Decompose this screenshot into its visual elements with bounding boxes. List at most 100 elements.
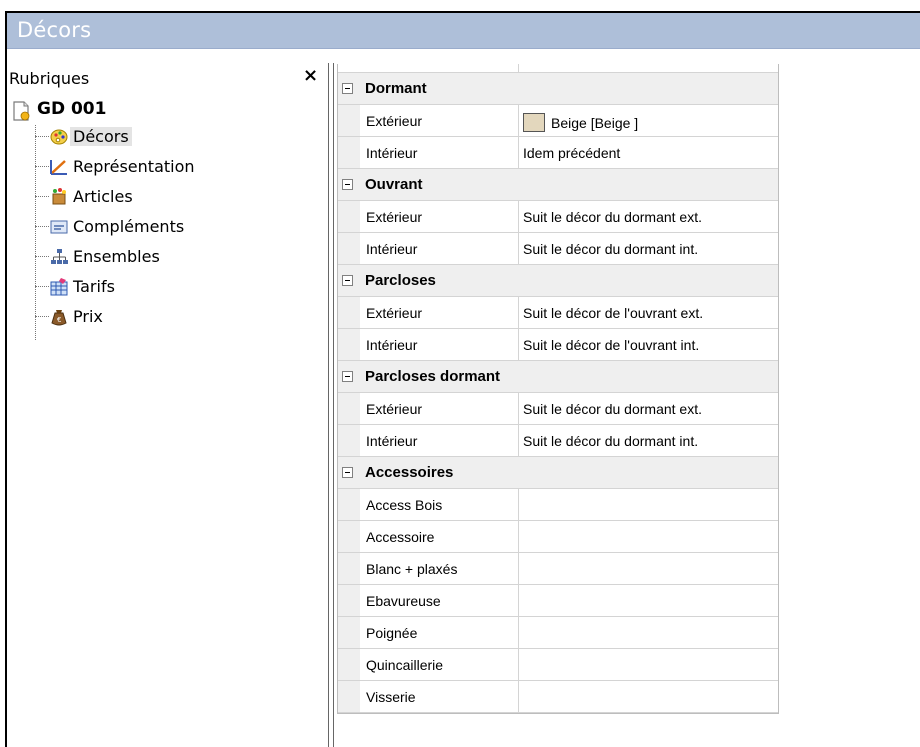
property-row[interactable]: Extérieur Suit le décor du dormant ext. — [338, 201, 778, 233]
window-title: Décors — [17, 18, 92, 42]
property-value[interactable] — [519, 681, 778, 712]
property-row[interactable]: Intérieur Suit le décor de l'ouvrant int. — [338, 329, 778, 361]
splitter-edge — [333, 63, 334, 747]
sidebar-item-label: Compléments — [73, 217, 185, 236]
tree-root-label: GD 001 — [37, 99, 107, 119]
row-gutter — [338, 521, 360, 552]
drawing-icon — [50, 160, 67, 175]
property-value[interactable]: Idem précédent — [519, 137, 778, 168]
property-row[interactable]: Accessoire — [338, 521, 778, 553]
svg-text:€: € — [57, 316, 61, 324]
collapse-icon[interactable] — [342, 275, 353, 286]
sidebar-item-label: Représentation — [73, 157, 195, 176]
row-gutter — [338, 201, 360, 232]
window: Décors Rubriques × GD 001 Décors Représen… — [5, 11, 920, 747]
property-row[interactable]: Ebavureuse — [338, 585, 778, 617]
sidebar-item-label: Tarifs — [73, 277, 115, 296]
property-name: Intérieur — [360, 425, 519, 456]
close-icon[interactable]: × — [303, 65, 318, 86]
document-icon — [13, 101, 30, 121]
sidebar-item-label: Articles — [73, 187, 133, 206]
collapse-icon[interactable] — [342, 371, 353, 382]
row-gutter — [338, 553, 360, 584]
collapse-icon[interactable] — [342, 467, 353, 478]
money-bag-icon: € — [51, 310, 67, 326]
category-label: Parcloses dormant — [365, 368, 501, 385]
property-value[interactable] — [519, 585, 778, 616]
category-row: Parcloses dormant — [338, 361, 778, 393]
tree-connector — [35, 286, 49, 287]
palette-icon — [50, 129, 68, 145]
row-gutter — [338, 681, 360, 712]
property-name: Quincaillerie — [360, 649, 519, 680]
tree-connector — [35, 316, 49, 317]
title-bar: Décors — [7, 13, 920, 49]
property-value[interactable] — [519, 489, 778, 520]
tree-connector — [35, 166, 49, 167]
collapse-icon[interactable] — [342, 83, 353, 94]
price-table-icon — [50, 278, 68, 296]
property-value[interactable] — [519, 617, 778, 648]
property-name: Access Bois — [360, 489, 519, 520]
property-name: Extérieur — [360, 105, 519, 136]
row-gutter — [338, 329, 360, 360]
sidebar: Rubriques × GD 001 Décors Représentation A… — [7, 63, 325, 747]
sidebar-title: Rubriques — [9, 69, 90, 88]
property-value-text: Beige [Beige ] — [551, 115, 639, 131]
category-row: Dormant — [338, 73, 778, 105]
grid-top-row — [338, 64, 778, 73]
property-value[interactable] — [519, 553, 778, 584]
property-row[interactable]: Intérieur Idem précédent — [338, 137, 778, 169]
property-row[interactable]: Poignée — [338, 617, 778, 649]
property-value[interactable]: Suit le décor du dormant int. — [519, 233, 778, 264]
row-gutter — [338, 297, 360, 328]
property-name: Intérieur — [360, 233, 519, 264]
category-row: Ouvrant — [338, 169, 778, 201]
category-label: Accessoires — [365, 464, 454, 481]
property-value-text: Suit le décor de l'ouvrant ext. — [523, 305, 704, 321]
property-value-text: Suit le décor du dormant ext. — [523, 401, 702, 417]
row-gutter — [338, 425, 360, 456]
property-name: Extérieur — [360, 393, 519, 424]
color-swatch — [523, 113, 545, 132]
tree-connector — [35, 226, 49, 227]
collapse-icon[interactable] — [342, 179, 353, 190]
property-row[interactable]: Access Bois — [338, 489, 778, 521]
property-name: Intérieur — [360, 137, 519, 168]
sidebar-item-label: Prix — [73, 307, 103, 326]
property-value[interactable]: Suit le décor du dormant int. — [519, 425, 778, 456]
property-value-text: Idem précédent — [523, 145, 621, 161]
category-row: Accessoires — [338, 457, 778, 489]
articles-icon — [52, 188, 66, 205]
property-name: Extérieur — [360, 297, 519, 328]
property-name: Ebavureuse — [360, 585, 519, 616]
property-row[interactable]: Extérieur Beige [Beige ] — [338, 105, 778, 137]
property-value[interactable]: Suit le décor du dormant ext. — [519, 201, 778, 232]
property-name: Extérieur — [360, 201, 519, 232]
property-row[interactable]: Blanc + plaxés — [338, 553, 778, 585]
property-row[interactable]: Intérieur Suit le décor du dormant int. — [338, 425, 778, 457]
property-value[interactable]: Suit le décor de l'ouvrant int. — [519, 329, 778, 360]
property-value[interactable]: Suit le décor de l'ouvrant ext. — [519, 297, 778, 328]
category-label: Ouvrant — [365, 176, 423, 193]
property-value[interactable]: Beige [Beige ] — [519, 105, 778, 136]
property-name: Intérieur — [360, 329, 519, 360]
property-row[interactable]: Intérieur Suit le décor du dormant int. — [338, 233, 778, 265]
property-value-text: Suit le décor du dormant ext. — [523, 209, 702, 225]
property-value[interactable] — [519, 521, 778, 552]
category-row: Parcloses — [338, 265, 778, 297]
property-value-text: Suit le décor de l'ouvrant int. — [523, 337, 700, 353]
property-row[interactable]: Extérieur Suit le décor de l'ouvrant ext. — [338, 297, 778, 329]
row-gutter — [338, 617, 360, 648]
tree-connector — [35, 136, 49, 137]
property-row[interactable]: Extérieur Suit le décor du dormant ext. — [338, 393, 778, 425]
property-name: Poignée — [360, 617, 519, 648]
property-value[interactable]: Suit le décor du dormant ext. — [519, 393, 778, 424]
property-row[interactable]: Quincaillerie — [338, 649, 778, 681]
property-value[interactable] — [519, 649, 778, 680]
row-gutter — [338, 489, 360, 520]
property-row[interactable]: Visserie — [338, 681, 778, 713]
row-gutter — [338, 233, 360, 264]
splitter[interactable] — [328, 63, 329, 747]
property-name: Visserie — [360, 681, 519, 712]
